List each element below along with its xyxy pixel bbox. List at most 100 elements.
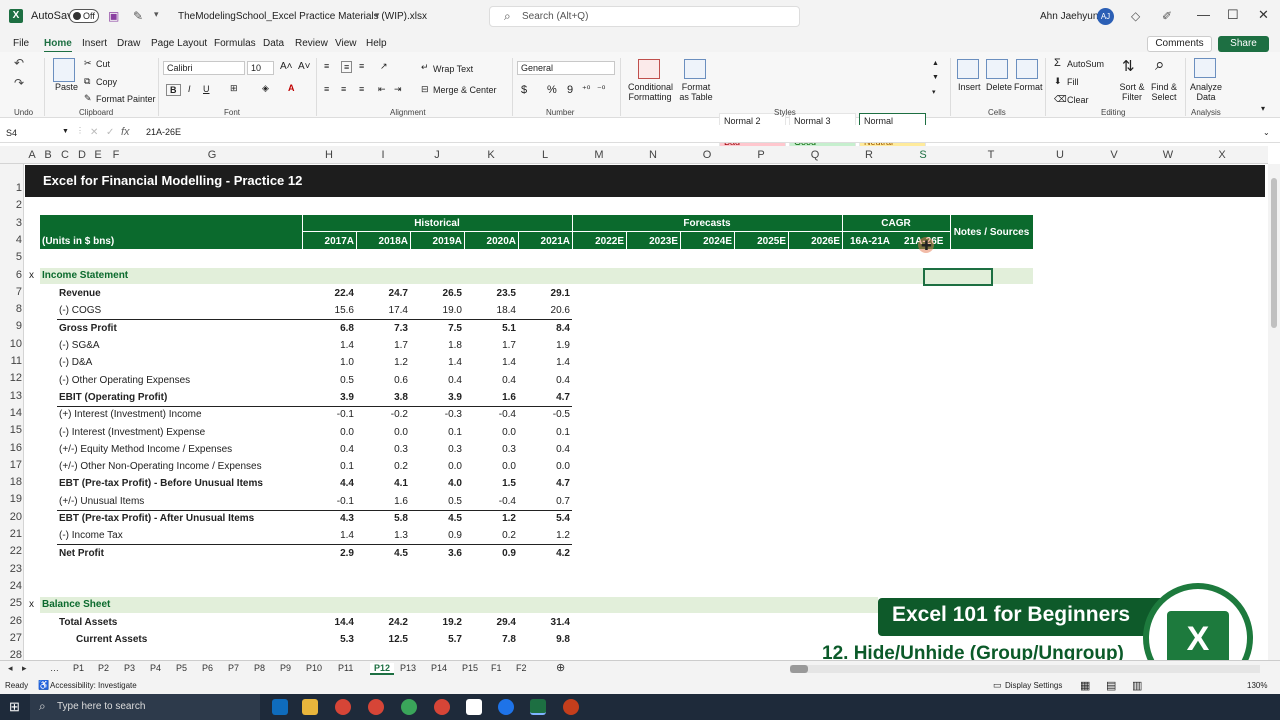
minimize-icon[interactable]: — [1197,7,1210,22]
value-cell[interactable]: 0.4 [304,444,354,455]
tab-p9[interactable]: P9 [280,663,291,673]
conditional-formatting-icon[interactable] [638,59,660,79]
row-header-13[interactable]: 13 [0,390,22,402]
col-header-i[interactable]: I [375,149,391,161]
fill-button[interactable]: Fill [1067,77,1079,87]
group-marker[interactable]: x [29,599,34,610]
value-cell[interactable]: 1.4 [412,357,462,368]
conditional-formatting-button[interactable]: Conditional Formatting [628,82,673,102]
undo-icon[interactable]: ↶ [14,56,24,70]
copy-button[interactable]: Copy [96,77,117,87]
customize-toolbar-icon[interactable]: ▾ [154,9,159,20]
row-header-24[interactable]: 24 [0,580,22,592]
value-cell[interactable]: 1.5 [466,478,516,489]
font-size-select[interactable]: 10 [247,61,274,75]
scroll-thumb[interactable] [1271,178,1277,328]
chevron-down-icon[interactable]: ▼ [373,11,381,20]
eraser-icon[interactable]: ⌫ [1054,94,1067,105]
col-header-u[interactable]: U [1052,149,1068,161]
value-cell[interactable]: 19.2 [412,617,462,628]
menu-formulas[interactable]: Formulas [214,38,256,49]
col-header-c[interactable]: C [57,149,73,161]
value-cell[interactable]: 20.6 [520,305,570,316]
indent-icon[interactable]: ⇤ [378,84,386,95]
value-cell[interactable]: 4.5 [358,548,408,559]
comma-icon[interactable]: 9 [567,84,573,96]
tab-scroll-right-icon[interactable]: ▸ [22,663,27,674]
col-header-s[interactable]: S [915,149,931,161]
value-cell[interactable]: 0.5 [304,375,354,386]
value-cell[interactable]: 7.3 [358,323,408,334]
value-cell[interactable]: 1.2 [358,357,408,368]
group-marker[interactable]: x [29,270,34,281]
menu-file[interactable]: File [13,38,29,49]
value-cell[interactable]: 0.3 [466,444,516,455]
value-cell[interactable]: 1.4 [304,340,354,351]
format-as-table-icon[interactable] [684,59,706,79]
value-cell[interactable]: 22.4 [304,288,354,299]
format-cells-button[interactable]: Format [1014,82,1043,92]
skype-icon[interactable] [498,699,514,715]
outlook-icon[interactable] [272,699,288,715]
value-cell[interactable]: 29.1 [520,288,570,299]
fill-color-icon[interactable]: ◈ [262,83,269,94]
font-color-icon[interactable]: A [288,83,295,93]
value-cell[interactable]: 0.2 [358,461,408,472]
value-cell[interactable]: 0.0 [520,461,570,472]
name-box[interactable]: S4 [6,127,70,141]
value-cell[interactable]: 0.4 [466,375,516,386]
value-cell[interactable]: 0.6 [358,375,408,386]
menu-page-layout[interactable]: Page Layout [151,38,207,49]
notepad-icon[interactable] [466,699,482,715]
share-button[interactable]: Share [1218,36,1269,52]
value-cell[interactable]: 3.9 [304,392,354,403]
col-header-f[interactable]: F [108,149,124,161]
value-cell[interactable]: 17.4 [358,305,408,316]
value-cell[interactable]: 24.7 [358,288,408,299]
value-cell[interactable]: 0.4 [520,375,570,386]
row-header-16[interactable]: 16 [0,442,22,454]
tab-f1[interactable]: F1 [491,663,502,673]
value-cell[interactable]: 4.2 [520,548,570,559]
row-header-5[interactable]: 5 [0,251,22,263]
find-icon[interactable]: ⌕ [1155,55,1165,75]
clear-button[interactable]: Clear [1067,95,1089,105]
autosave-toggle[interactable]: Off [69,9,99,23]
value-cell[interactable]: 1.6 [358,496,408,507]
value-cell[interactable]: 8.4 [520,323,570,334]
row-header-9[interactable]: 9 [0,320,22,332]
row-header-20[interactable]: 20 [0,511,22,523]
file-explorer-icon[interactable] [302,699,318,715]
insert-cells-button[interactable]: Insert [958,82,981,92]
display-icon[interactable]: ▭ [993,680,1002,691]
page-layout-view-icon[interactable]: ▤ [1106,679,1116,692]
chrome-icon[interactable] [434,699,450,715]
value-cell[interactable]: 3.6 [412,548,462,559]
row-header-25[interactable]: 25 [0,597,22,609]
value-cell[interactable]: 18.4 [466,305,516,316]
border-icon[interactable]: ⊞ [230,83,238,94]
align-left-icon[interactable]: ≡ [324,84,329,94]
value-cell[interactable]: 1.7 [358,340,408,351]
fx-icon[interactable]: fx [121,126,130,138]
value-cell[interactable]: 15.6 [304,305,354,316]
col-header-b[interactable]: B [40,149,56,161]
name-box-dropdown-icon[interactable]: ▼ [62,128,69,135]
row-header-6[interactable]: 6 [0,269,22,281]
row-header-3[interactable]: 3 [0,217,22,229]
outdent-icon[interactable]: ⇥ [394,84,402,95]
value-cell[interactable]: 4.4 [304,478,354,489]
row-header-22[interactable]: 22 [0,545,22,557]
value-cell[interactable]: 0.0 [304,427,354,438]
align-top-icon[interactable]: ≡ [324,61,329,71]
menu-review[interactable]: Review [295,38,328,49]
normal-view-icon[interactable]: ▦ [1080,679,1090,692]
windows-start-icon[interactable]: ⊞ [9,699,20,715]
zoom-level[interactable]: 130% [1247,681,1267,690]
value-cell[interactable]: 3.9 [412,392,462,403]
value-cell[interactable]: 1.4 [304,530,354,541]
col-header-w[interactable]: W [1160,149,1176,161]
value-cell[interactable]: -0.1 [304,409,354,420]
value-cell[interactable]: 0.4 [412,375,462,386]
paste-icon[interactable] [53,58,75,82]
